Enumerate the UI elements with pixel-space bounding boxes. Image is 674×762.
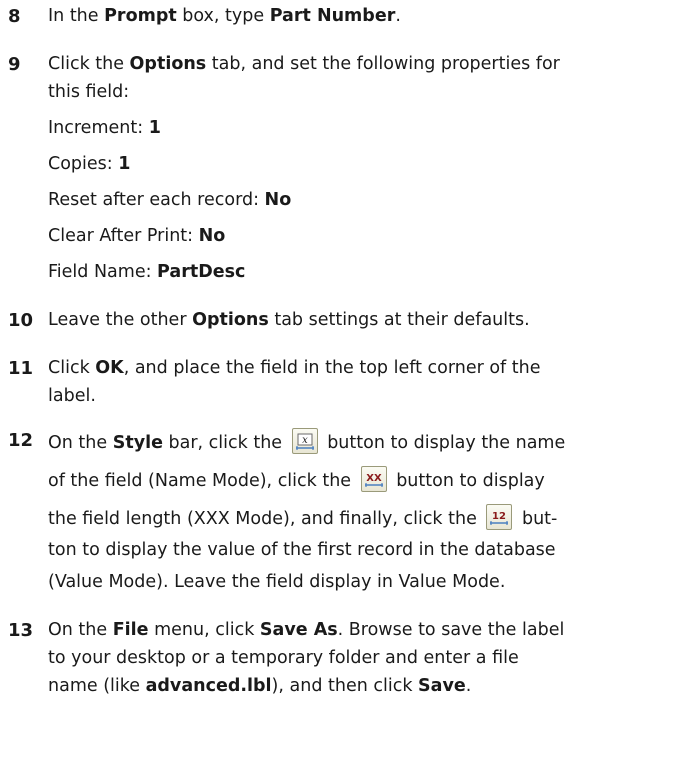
instruction-page: 8 In the Prompt box, type Part Number. 9… (0, 0, 674, 762)
property-copies: Copies: 1 (48, 154, 131, 174)
step-11-line-1: Click OK, and place the field in the top… (48, 358, 541, 378)
step-number-8: 8 (8, 6, 21, 27)
property-field-name: Field Name: PartDesc (48, 262, 246, 282)
step-number-10: 10 (8, 310, 34, 331)
step-12-line-1: On the Style bar, click the x button to … (48, 428, 565, 456)
step-13-line-2: to your desktop or a temporary folder an… (48, 648, 519, 668)
step-number-11: 11 (8, 358, 34, 379)
step-number-13: 13 (8, 620, 34, 641)
svg-text:XX: XX (366, 473, 382, 484)
name-mode-icon[interactable]: x (291, 428, 318, 454)
step-13-line-3: name (like advanced.lbl), and then click… (48, 676, 472, 696)
step-8-text: In the Prompt box, type Part Number. (48, 6, 401, 26)
step-12-line-4: ton to display the value of the first re… (48, 540, 556, 560)
property-increment: Increment: 1 (48, 118, 161, 138)
step-9-line-1: Click the Options tab, and set the follo… (48, 54, 560, 74)
value-mode-icon[interactable]: 12 (486, 504, 513, 530)
step-number-12: 12 (8, 430, 34, 451)
step-12-line-2: of the field (Name Mode), click the XX b… (48, 466, 545, 494)
property-reset-after-each-record: Reset after each record: No (48, 190, 292, 210)
step-12-line-5: (Value Mode). Leave the field display in… (48, 572, 506, 592)
step-13-line-1: On the File menu, click Save As. Browse … (48, 620, 565, 640)
svg-text:x: x (302, 435, 308, 446)
step-12-line-3: the field length (XXX Mode), and finally… (48, 504, 557, 532)
step-10-text: Leave the other Options tab settings at … (48, 310, 530, 330)
step-9-line-2: this field: (48, 82, 130, 102)
property-clear-after-print: Clear After Print: No (48, 226, 226, 246)
xxx-mode-icon[interactable]: XX (360, 466, 387, 492)
step-11-line-2: label. (48, 386, 96, 406)
svg-text:12: 12 (492, 511, 506, 522)
step-number-9: 9 (8, 54, 21, 75)
